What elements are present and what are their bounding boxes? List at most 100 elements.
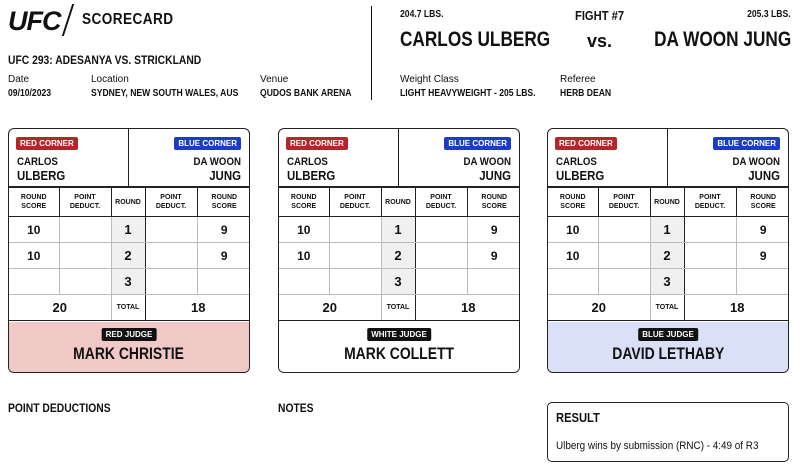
blue-total-score: 18 [144, 294, 249, 321]
blue-point-deduct [144, 268, 198, 295]
versus-label: vs. [587, 31, 613, 51]
blue-round-score: 9 [466, 242, 519, 269]
blue-corner-badge: BLUE CORNER [713, 137, 780, 150]
round-row: 10 2 9 [548, 242, 788, 269]
judge-badge: BLUE JUDGE [638, 328, 698, 341]
red-round-score: 10 [548, 242, 599, 269]
judge-scorecard-1: RED CORNER BLUE CORNER CARLOS ULBERG DA … [8, 128, 250, 373]
judge-badge: RED JUDGE [101, 328, 157, 341]
blue-round-score-header: ROUND SCORE [466, 187, 519, 217]
score-table: ROUND SCORE POINT DEDUCT. ROUND POINT DEDUC… [548, 187, 788, 321]
blue-round-score-header: ROUND SCORE [735, 187, 788, 217]
red-round-score: 10 [9, 242, 60, 269]
round-number: 1 [380, 216, 416, 243]
blue-round-score [196, 268, 249, 295]
score-table: ROUND SCORE POINT DEDUCT. ROUND POINT DEDUC… [9, 187, 249, 321]
round-header: ROUND [649, 187, 685, 217]
blue-corner-badge: BLUE CORNER [444, 137, 511, 150]
blue-round-score: 9 [466, 216, 519, 243]
blue-total-score: 18 [683, 294, 788, 321]
referee-value: HERB DEAN [560, 88, 612, 99]
red-round-score: 10 [279, 242, 330, 269]
round-row: 10 2 9 [279, 242, 519, 269]
weight-class-label: Weight Class [400, 74, 459, 85]
round-row: 10 1 9 [279, 216, 519, 243]
blue-point-deduct [683, 268, 737, 295]
round-row: 10 1 9 [9, 216, 249, 243]
red-fighter-first-name: CARLOS [287, 156, 328, 168]
blue-point-deduct [144, 242, 198, 269]
blue-point-deduct-header: POINT DEDUCT. [144, 187, 198, 217]
red-fighter-last-name: ULBERG [556, 168, 605, 183]
blue-fighter-last-name: JUNG [479, 168, 511, 183]
blue-round-score [466, 268, 519, 295]
red-corner-badge: RED CORNER [555, 137, 617, 150]
red-round-score-header: ROUND SCORE [9, 187, 60, 217]
blue-point-deduct [414, 216, 468, 243]
red-point-deduct [328, 216, 382, 243]
date-label: Date [8, 74, 30, 85]
round-number: 2 [649, 242, 685, 269]
score-header-row: ROUND SCORE POINT DEDUCT. ROUND POINT DEDUC… [9, 187, 249, 217]
point-deductions-heading: POINT DEDUCTIONS [8, 401, 111, 415]
venue-label: Venue [260, 74, 289, 85]
red-fighter-first-name: CARLOS [556, 156, 597, 168]
blue-fighter-last-name: JUNG [748, 168, 780, 183]
blue-corner-fighter: DA WOON JUNG [732, 155, 780, 183]
blue-point-deduct-header: POINT DEDUCT. [414, 187, 468, 217]
round-row: 3 [279, 268, 519, 295]
score-header-row: ROUND SCORE POINT DEDUCT. ROUND POINT DEDUC… [279, 187, 519, 217]
round-header: ROUND [380, 187, 416, 217]
ufc-logo: UFC [8, 6, 61, 36]
round-row: 3 [9, 268, 249, 295]
blue-fighter-weight: 205.3 LBS. [747, 9, 791, 20]
red-round-score [9, 268, 60, 295]
judge-name: DAVID LETHABY [611, 344, 725, 363]
red-point-deduct [597, 216, 651, 243]
red-fighter-first-name: CARLOS [17, 156, 58, 168]
blue-point-deduct [414, 268, 468, 295]
red-corner-fighter: CARLOS ULBERG [556, 155, 604, 183]
red-fighter-last-name: ULBERG [17, 168, 66, 183]
blue-corner-fighter: DA WOON JUNG [463, 155, 511, 183]
red-point-deduct [328, 242, 382, 269]
notes-heading: NOTES [278, 401, 314, 415]
blue-point-deduct [144, 216, 198, 243]
score-header-row: ROUND SCORE POINT DEDUCT. ROUND POINT DEDUC… [548, 187, 788, 217]
red-round-score: 10 [9, 216, 60, 243]
red-round-score: 10 [548, 216, 599, 243]
blue-point-deduct [683, 216, 737, 243]
score-table: ROUND SCORE POINT DEDUCT. ROUND POINT DEDUC… [279, 187, 519, 321]
round-row: 10 1 9 [548, 216, 788, 243]
blue-fighter-first-name: DA WOON [732, 156, 780, 168]
venue-value: QUDOS BANK ARENA [260, 88, 352, 99]
judge-name: MARK COLLETT [344, 344, 454, 363]
blue-total-score: 18 [414, 294, 519, 321]
corner-divider [667, 129, 668, 187]
red-point-deduct [597, 268, 651, 295]
red-corner-fighter: CARLOS ULBERG [287, 155, 335, 183]
red-point-deduct-header: POINT DEDUCT. [597, 187, 651, 217]
round-number: 3 [649, 268, 685, 295]
location-label: Location [91, 74, 129, 85]
event-name: UFC 293: ADESANYA VS. STRICKLAND [8, 53, 202, 67]
corner-divider [128, 129, 129, 187]
judge-section: WHITE JUDGE MARK COLLETT [279, 322, 519, 372]
red-fighter-weight: 204.7 LBS. [400, 9, 444, 20]
round-number: 3 [110, 268, 146, 295]
judge-scorecard-3: RED CORNER BLUE CORNER CARLOS ULBERG DA … [547, 128, 789, 373]
total-label: TOTAL [110, 294, 146, 321]
logo-divider [61, 4, 75, 36]
red-fighter-name: CARLOS ULBERG [400, 28, 551, 51]
round-row: 3 [548, 268, 788, 295]
page-title: SCORECARD [82, 11, 174, 28]
corner-divider [398, 129, 399, 187]
total-row: 20 TOTAL 18 [279, 294, 519, 321]
round-row: 10 2 9 [9, 242, 249, 269]
blue-fighter-first-name: DA WOON [463, 156, 511, 168]
total-label: TOTAL [380, 294, 416, 321]
red-round-score [279, 268, 330, 295]
location-value: SYDNEY, NEW SOUTH WALES, AUS [91, 88, 239, 99]
total-label: TOTAL [649, 294, 685, 321]
blue-round-score: 9 [735, 216, 788, 243]
